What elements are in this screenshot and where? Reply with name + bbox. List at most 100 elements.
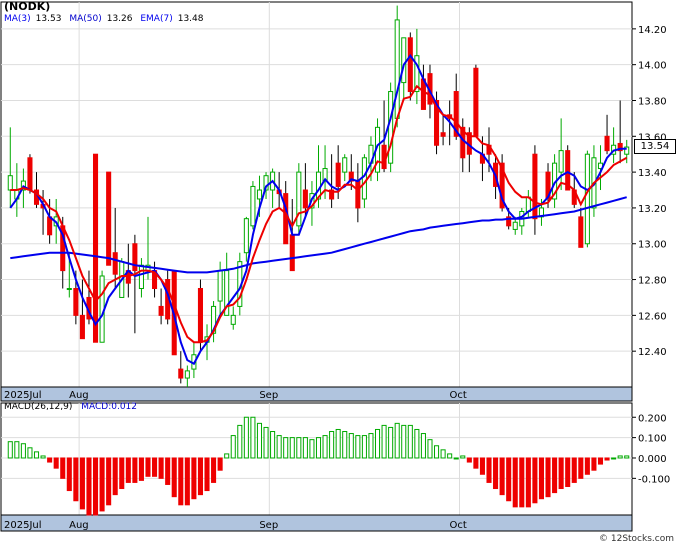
ma3-legend-label: MA(3) [4, 14, 31, 24]
candle-body [184, 370, 190, 379]
macd-bar [250, 416, 256, 459]
x-axis-label: Oct [449, 520, 466, 531]
macd-bar [99, 457, 105, 512]
macd-bar [473, 457, 479, 469]
macd-bar [381, 424, 387, 459]
x-axis-band [0, 386, 633, 402]
macd-bar [578, 457, 584, 479]
macd-bar [460, 455, 466, 459]
price-tick-label: 13.80 [638, 96, 667, 107]
ema7-legend-label: EMA(7) [140, 14, 173, 24]
candle-body [512, 221, 518, 230]
candle-body [584, 153, 590, 245]
candle-body [473, 67, 479, 137]
macd-bar [611, 457, 617, 460]
macd-bar [407, 424, 413, 459]
macd-bar [86, 457, 92, 516]
macd-bar [361, 435, 367, 459]
macd-bar [624, 455, 630, 459]
macd-bar [388, 426, 394, 459]
macd-bar [335, 428, 341, 459]
macd-bar [27, 447, 33, 459]
x-axis-label: 2025Jul [4, 390, 42, 401]
x-axis-label: 2025Jul [4, 520, 42, 531]
price-tick-label: 12.40 [638, 347, 667, 358]
macd-bar [296, 437, 302, 459]
macd-bar [374, 428, 381, 459]
candle-body [250, 185, 256, 227]
indicator-legend: MA(3) 13.53 MA(50) 13.26 EMA(7) 13.48 [4, 14, 208, 24]
candle-body [79, 314, 85, 340]
macd-bar [434, 445, 440, 459]
macd-bar [263, 426, 269, 459]
price-tick-label: 13.00 [638, 240, 667, 251]
candle-body [440, 132, 446, 137]
chart-title: (NODK) [4, 0, 51, 13]
macd-bar [591, 457, 597, 471]
candle-body [407, 37, 413, 93]
candle-body [355, 180, 361, 209]
ema7-legend-value: 13.48 [177, 14, 204, 24]
macd-bar [565, 457, 571, 487]
macd-bar [617, 455, 623, 459]
macd-bar [106, 457, 112, 506]
macd-bar [584, 457, 590, 475]
macd-bar [453, 457, 459, 460]
macd-bar [512, 457, 518, 508]
copyright-text: © 12Stocks.com [599, 534, 674, 544]
macd-bar [342, 431, 348, 459]
candle-body [289, 234, 295, 272]
macd-bar [545, 457, 551, 498]
stock-chart: 12.4012.6012.8013.0013.2013.4013.6013.80… [0, 1, 670, 532]
macd-bar [256, 422, 263, 459]
macd-bar [270, 431, 276, 459]
macd-bar [401, 424, 407, 459]
price-tick-label: 13.20 [638, 204, 667, 215]
macd-bar [420, 433, 426, 459]
macd-bar [165, 457, 171, 485]
candle-body [401, 37, 407, 84]
macd-bar [191, 457, 197, 500]
macd-bar [440, 449, 446, 459]
x-axis-label: Oct [449, 390, 466, 401]
macd-bar [14, 441, 20, 459]
macd-bar [40, 455, 46, 459]
macd-bar [348, 433, 354, 459]
candle-body [92, 153, 99, 343]
candle-body [578, 216, 584, 248]
macd-bar [73, 457, 79, 502]
macd-bar [538, 457, 545, 500]
macd-bar [552, 457, 558, 494]
macd-tick-label: 0.100 [638, 434, 667, 445]
macd-bar [355, 435, 361, 459]
candle-body [66, 288, 72, 291]
macd-bar [7, 441, 13, 459]
macd-bar [217, 457, 223, 471]
macd-bar [302, 437, 308, 459]
macd-bar [145, 457, 151, 477]
candle-body [47, 216, 53, 236]
macd-bar [283, 437, 289, 459]
macd-bar [329, 431, 335, 459]
candle-body [256, 189, 263, 200]
macd-bar [604, 457, 610, 461]
macd-bar [20, 443, 26, 459]
candle-body [112, 252, 118, 275]
price-tick-label: 14.00 [638, 61, 667, 72]
macd-bar [204, 457, 210, 492]
macd-bar [158, 457, 164, 479]
x-axis-label: Aug [69, 390, 89, 401]
candle-body [335, 162, 341, 187]
macd-bar [486, 457, 492, 483]
macd-bar [532, 457, 538, 504]
macd-bar [466, 457, 472, 463]
last-price-badge: 13.54 [634, 139, 676, 155]
macd-bar [92, 457, 99, 516]
macd-bar [60, 457, 66, 479]
macd-bar [414, 428, 420, 459]
macd-bar [394, 422, 400, 459]
price-tick-label: 12.80 [638, 276, 667, 287]
macd-bar [230, 435, 236, 459]
candle-body [27, 157, 33, 191]
macd-bar [33, 451, 40, 459]
